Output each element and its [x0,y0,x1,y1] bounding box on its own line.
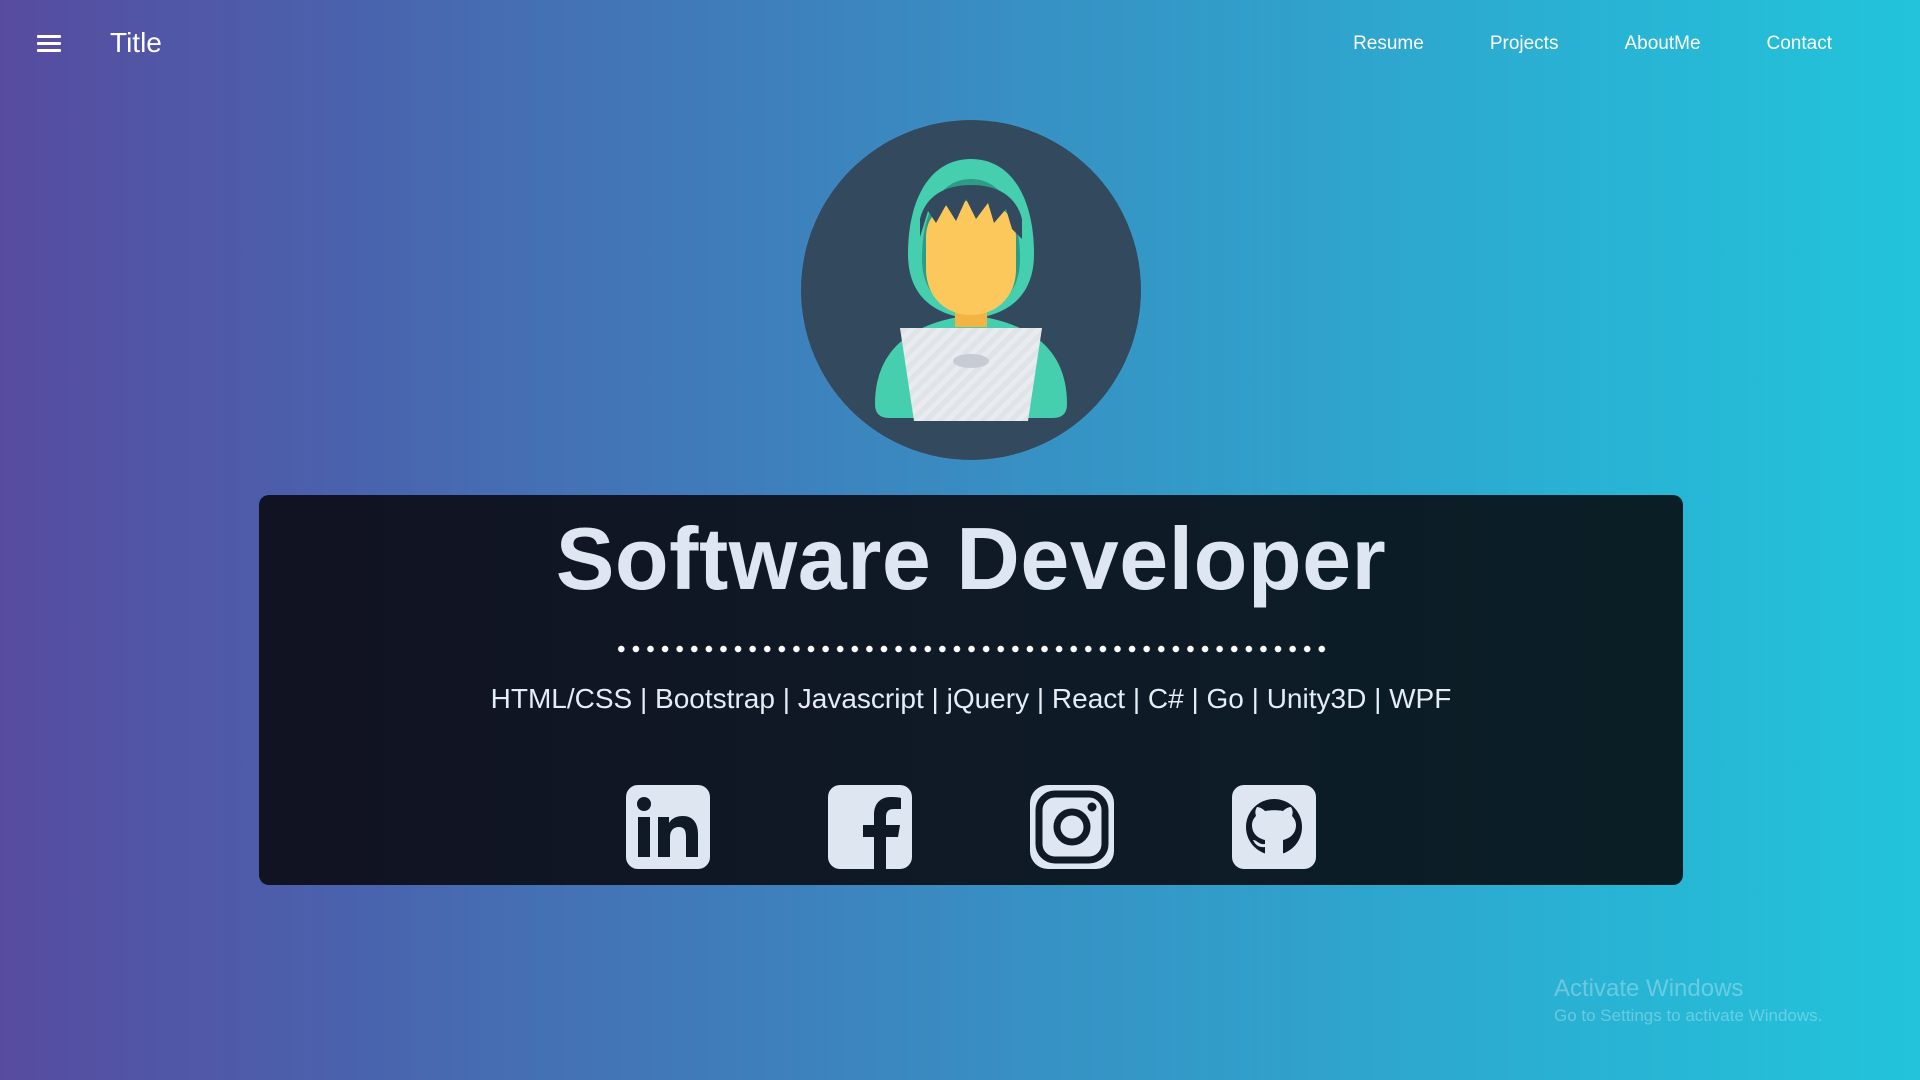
facebook-icon[interactable] [828,785,912,869]
social-links [259,785,1683,869]
activate-windows-watermark: Activate Windows Go to Settings to activ… [1554,975,1822,1027]
main-nav: Resume Projects AboutMe Contact [1320,0,1920,88]
site-title[interactable]: Title [110,27,162,59]
nav-link-resume[interactable]: Resume [1320,33,1457,55]
linkedin-icon[interactable] [626,785,710,869]
hero-title: Software Developer [555,509,1387,608]
watermark-subtitle: Go to Settings to activate Windows. [1554,1006,1823,1025]
top-navbar: Title Resume Projects AboutMe Contact [0,0,1920,88]
skills-list: HTML/CSS | Bootstrap | Javascript | jQue… [490,683,1452,714]
watermark-title: Activate Windows [1554,975,1744,1002]
menu-line [37,49,61,52]
nav-link-projects[interactable]: Projects [1457,33,1592,55]
menu-line [37,35,61,38]
instagram-icon[interactable] [1030,785,1114,869]
menu-line [37,42,61,45]
dotted-divider [614,645,1329,653]
github-icon[interactable] [1232,785,1316,869]
developer-avatar-icon [800,119,1142,461]
hamburger-menu-icon[interactable] [32,30,66,58]
nav-link-contact[interactable]: Contact [1734,33,1920,55]
nav-link-aboutme[interactable]: AboutMe [1591,33,1733,55]
hero-card: Software Developer HTML/CSS | Bootstrap … [259,495,1683,885]
